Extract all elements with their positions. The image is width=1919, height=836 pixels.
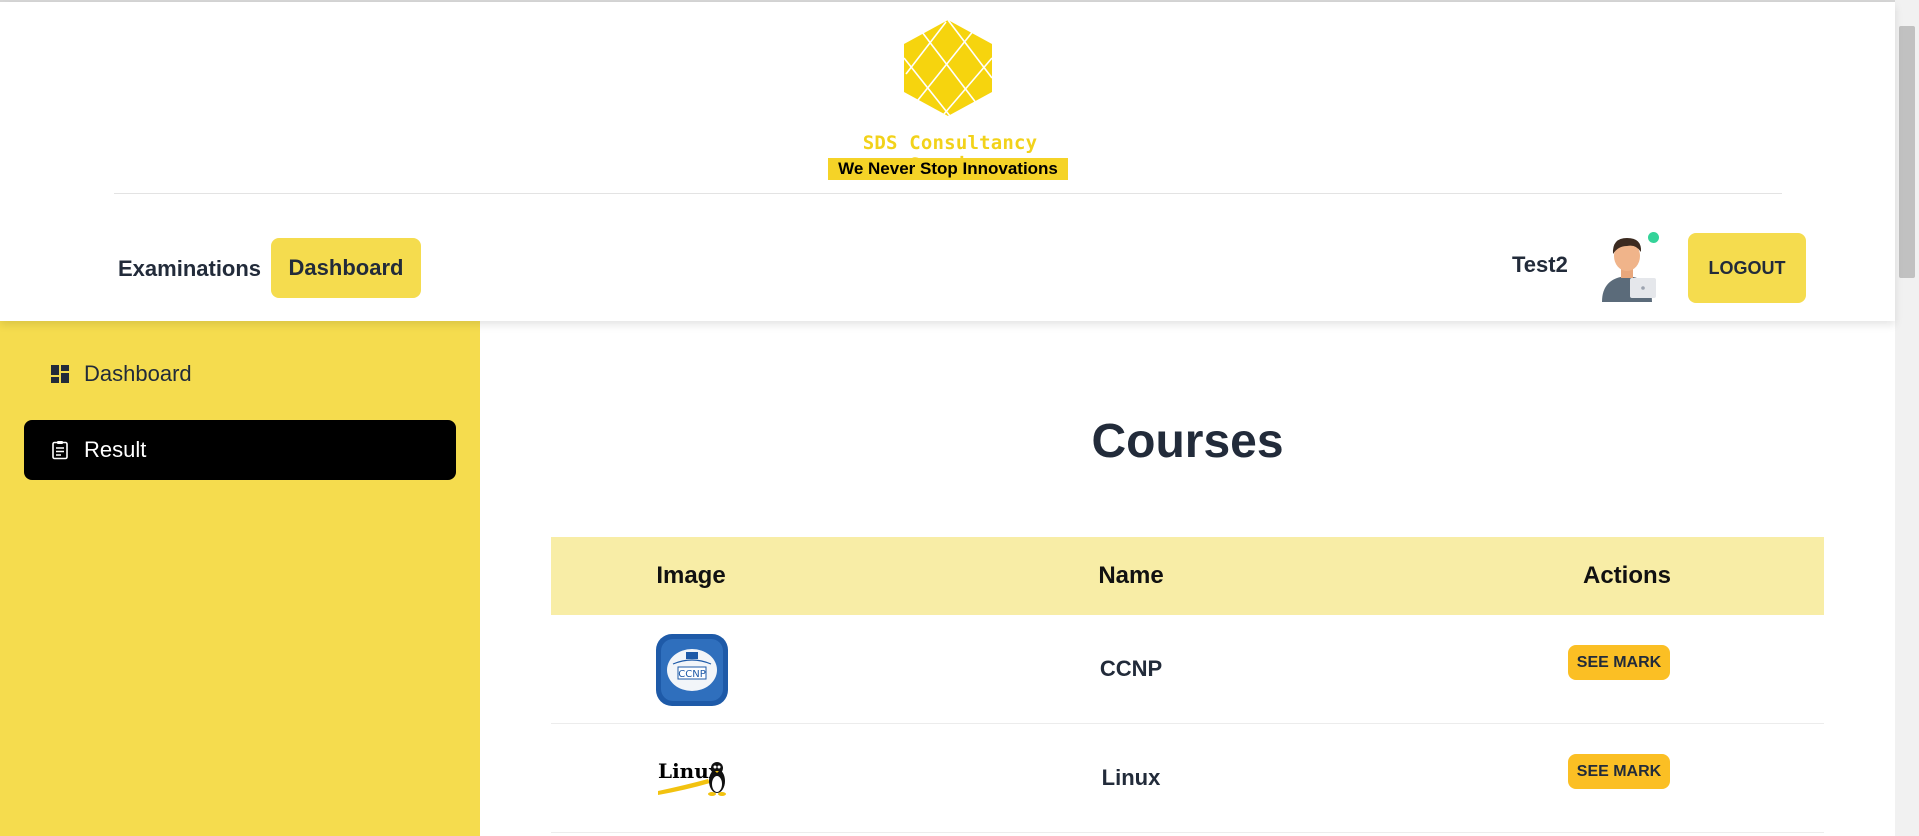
column-header-image: Image [656,562,726,589]
sidebar-item-label: Result [84,437,147,462]
dashboard-icon [51,365,69,383]
clipboard-icon [52,441,68,460]
column-header-actions: Actions [1582,562,1671,589]
user-name: Test2 [1512,252,1568,277]
page-title: Courses [1091,415,1284,468]
online-status-dot [1648,232,1659,243]
brand-logo[interactable]: SDS Consultancy Service We Never Stop In… [828,18,1068,184]
header-divider [114,193,1782,194]
vertical-scrollbar[interactable] [1895,0,1919,836]
hexagon-logo-icon [903,19,993,117]
nav-dashboard[interactable]: Dashboard [271,238,421,298]
see-mark-button[interactable]: SEE MARK [1568,754,1670,789]
table-row: CCNP CCNP SEE MARK [551,615,1824,724]
header: SDS Consultancy Service We Never Stop In… [0,2,1895,321]
column-header-name: Name [1098,562,1164,589]
brand-tagline: We Never Stop Innovations [828,158,1068,180]
table-row: Linux Linux SEE MARK [551,724,1824,833]
sidebar-item-dashboard[interactable]: Dashboard [24,344,456,404]
ccnp-logo-icon: CCNP [656,634,728,706]
scrollbar-thumb[interactable] [1899,26,1915,278]
linux-logo-icon: Linux [658,759,726,796]
nav-examinations[interactable]: Examinations [104,240,275,298]
table-header: Image Name Actions [551,537,1824,615]
course-name: Linux [1101,765,1161,790]
sidebar-item-result[interactable]: Result [24,420,456,480]
see-mark-button[interactable]: SEE MARK [1568,645,1670,680]
course-name: CCNP [1099,656,1163,681]
sidebar-item-label: Dashboard [84,361,192,386]
svg-text:CCNP: CCNP [678,669,705,680]
logout-button[interactable]: LOGOUT [1688,233,1806,303]
